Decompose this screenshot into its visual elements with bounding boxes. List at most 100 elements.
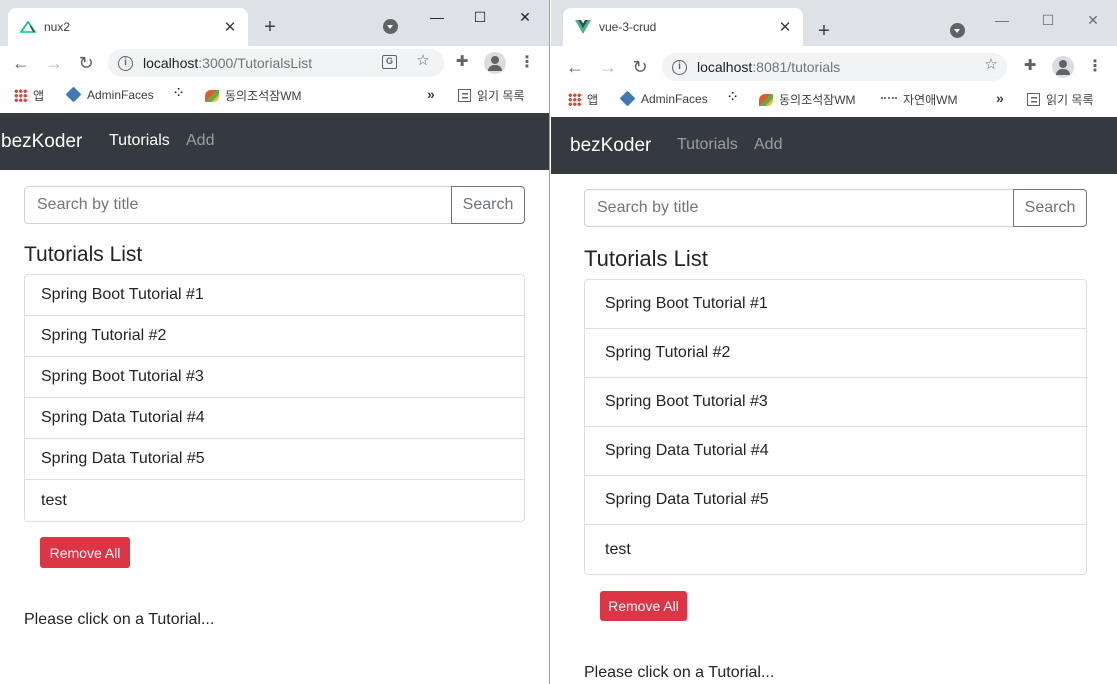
- reading-list[interactable]: 읽기 목록: [458, 87, 525, 104]
- tutorial-list-item[interactable]: Spring Boot Tutorial #1: [25, 275, 524, 316]
- new-tab-icon[interactable]: +: [812, 18, 836, 44]
- reload-icon[interactable]: ↻: [629, 56, 651, 78]
- bookmark-dots[interactable]: ⁘: [174, 87, 192, 99]
- bookmark-label: 동의조석잠WM: [225, 89, 302, 103]
- brand[interactable]: bezKoder: [570, 135, 651, 157]
- bookmark-label: 앱: [33, 89, 45, 103]
- bookmark-star-icon[interactable]: ☆: [982, 55, 1000, 73]
- close-window-icon[interactable]: ✕: [512, 8, 538, 26]
- maximize-icon[interactable]: ☐: [467, 8, 493, 26]
- back-icon[interactable]: ←: [10, 52, 32, 74]
- address-bar[interactable]: i localhost:8081/tutorials: [662, 53, 1007, 81]
- tab-search-icon[interactable]: [950, 23, 965, 38]
- browser-tab[interactable]: vue-3-crud ✕: [563, 8, 803, 46]
- tutorial-list-item[interactable]: Spring Boot Tutorial #3: [25, 357, 524, 398]
- tab-title: vue-3-crud: [599, 20, 657, 34]
- bookmark-apps[interactable]: 앱: [14, 87, 44, 104]
- search-input[interactable]: [24, 186, 451, 224]
- reading-list-icon: [1027, 93, 1040, 106]
- more-bookmarks-icon[interactable]: »: [427, 86, 435, 102]
- nav-add[interactable]: Add: [186, 132, 214, 150]
- wave-icon: [881, 96, 897, 103]
- search-button[interactable]: Search: [1013, 189, 1087, 227]
- bookmark-label: AdminFaces: [87, 87, 154, 102]
- brand[interactable]: bezKoder: [1, 131, 82, 153]
- forward-icon[interactable]: →: [43, 52, 65, 74]
- menu-icon[interactable]: ⋮: [518, 52, 536, 74]
- profile-avatar[interactable]: [484, 52, 506, 74]
- page-content: bezKoder Tutorials Add Search Tutorials …: [0, 113, 549, 684]
- tutorial-list-item[interactable]: test: [25, 480, 524, 521]
- tutorial-list: Spring Boot Tutorial #1 Spring Tutorial #…: [584, 279, 1087, 575]
- reading-list-icon: [458, 89, 471, 102]
- minimize-icon[interactable]: —: [424, 8, 450, 26]
- list-title: Tutorials List: [584, 246, 708, 271]
- bookmark-jayeon[interactable]: 자연애WM: [881, 91, 957, 108]
- page-content: bezKoder Tutorials Add Search Tutorials …: [551, 117, 1117, 684]
- extensions-icon[interactable]: ✚: [1020, 56, 1040, 74]
- maximize-icon[interactable]: ☐: [1035, 11, 1061, 29]
- app-navbar: bezKoder Tutorials Add: [551, 117, 1117, 174]
- tutorial-list-item[interactable]: Spring Boot Tutorial #1: [585, 280, 1086, 329]
- site-info-icon[interactable]: i: [118, 55, 133, 71]
- close-window-icon[interactable]: ✕: [1080, 11, 1106, 29]
- left-browser-window: nux2 ✕ + — ☐ ✕ ← → ↻ i localhost:3000/Tu…: [0, 0, 550, 684]
- tutorial-list-item[interactable]: Spring Tutorial #2: [585, 329, 1086, 378]
- close-tab-icon[interactable]: ✕: [222, 18, 238, 36]
- remove-all-button[interactable]: Remove All: [40, 537, 130, 568]
- tab-search-icon[interactable]: [383, 19, 398, 34]
- remove-all-button[interactable]: Remove All: [600, 591, 687, 621]
- search-input[interactable]: [584, 189, 1013, 227]
- menu-icon[interactable]: ⋮: [1086, 56, 1104, 78]
- search-button[interactable]: Search: [451, 186, 525, 224]
- extensions-icon[interactable]: ✚: [452, 52, 472, 70]
- dots-icon: ⁘: [728, 91, 738, 103]
- bookmark-label: 자연애WM: [903, 93, 958, 107]
- nav-tutorials[interactable]: Tutorials: [677, 136, 738, 154]
- site-info-icon[interactable]: i: [672, 59, 687, 75]
- profile-avatar[interactable]: [1052, 56, 1074, 78]
- tutorial-list: Spring Boot Tutorial #1 Spring Tutorial #…: [24, 274, 525, 522]
- url-host: localhost: [697, 59, 753, 75]
- bookmark-dongui[interactable]: 동의조석잠WM: [759, 91, 856, 108]
- search-group: Search: [24, 186, 525, 224]
- tutorial-list-item[interactable]: test: [585, 525, 1086, 574]
- translate-icon[interactable]: G: [382, 55, 400, 69]
- url-path: :3000/TutorialsList: [198, 55, 313, 71]
- bookmark-dots[interactable]: ⁘: [728, 91, 746, 103]
- nav-tutorials[interactable]: Tutorials: [109, 132, 170, 150]
- tutorial-list-item[interactable]: Spring Data Tutorial #5: [585, 476, 1086, 525]
- bookmark-adminfaces[interactable]: AdminFaces: [65, 86, 154, 103]
- nav-add[interactable]: Add: [754, 136, 782, 154]
- bookmark-apps[interactable]: 앱: [568, 91, 598, 108]
- new-tab-icon[interactable]: +: [258, 14, 282, 40]
- tab-title: nux2: [44, 20, 71, 34]
- url-host: localhost: [143, 55, 199, 71]
- reload-icon[interactable]: ↻: [75, 52, 97, 74]
- tutorial-list-item[interactable]: Spring Boot Tutorial #3: [585, 378, 1086, 427]
- bookmark-label: AdminFaces: [641, 91, 708, 106]
- more-bookmarks-icon[interactable]: »: [996, 90, 1004, 106]
- close-tab-icon[interactable]: ✕: [777, 18, 793, 36]
- tutorial-list-item[interactable]: Spring Data Tutorial #5: [25, 439, 524, 480]
- tutorial-list-item[interactable]: Spring Data Tutorial #4: [25, 398, 524, 439]
- browser-toolbar: ← → ↻ i localhost:8081/tutorials ☆ ✚ ⋮: [551, 50, 1117, 84]
- tab-strip: nux2 ✕ + — ☐ ✕: [0, 0, 549, 46]
- bookmark-label: 동의조석잠WM: [779, 93, 856, 107]
- tutorial-list-item[interactable]: Spring Tutorial #2: [25, 316, 524, 357]
- bookmark-star-icon[interactable]: ☆: [414, 51, 432, 69]
- browser-tab[interactable]: nux2 ✕: [8, 8, 248, 46]
- back-icon[interactable]: ←: [564, 56, 586, 78]
- tab-strip: vue-3-crud ✕ + — ☐ ✕: [551, 0, 1117, 46]
- nuxt-icon: [20, 21, 36, 33]
- dots-icon: ⁘: [174, 87, 184, 99]
- tutorial-list-item[interactable]: Spring Data Tutorial #4: [585, 427, 1086, 476]
- minimize-icon[interactable]: —: [989, 11, 1015, 29]
- hint-text: Please click on a Tutorial...: [24, 611, 215, 628]
- forward-icon[interactable]: →: [597, 56, 619, 78]
- reading-list[interactable]: 읽기 목록: [1027, 91, 1094, 108]
- bookmark-adminfaces[interactable]: AdminFaces: [619, 90, 708, 107]
- bookmark-dongui[interactable]: 동의조석잠WM: [205, 87, 302, 104]
- bookmarks-bar: 앱 AdminFaces ⁘ 동의조석잠WM » 읽기 목록: [0, 80, 549, 112]
- adminfaces-icon: [619, 90, 636, 107]
